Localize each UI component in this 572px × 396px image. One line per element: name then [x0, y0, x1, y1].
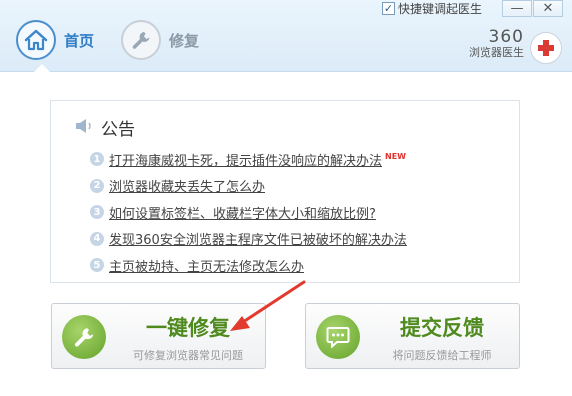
notice-item[interactable]: 5 主页被劫持、主页无法修改怎么办: [90, 252, 407, 279]
nav-repair-label: 修复: [169, 31, 200, 50]
home-icon: [16, 20, 56, 60]
notice-list: 1 打开海康威视卡死，提示插件没响应的解决办法 NEW 2 浏览器收藏夹丢失了怎…: [90, 146, 407, 279]
feedback-subtitle: 将问题反馈给工程师: [392, 349, 492, 362]
nav-home[interactable]: 首页: [16, 20, 94, 60]
header: ✓ 快捷键调起医生 — ✕ 首页 修复 360 浏览器医生: [0, 0, 572, 72]
notice-link[interactable]: 打开海康威视卡死，提示插件没响应的解决办法: [109, 150, 382, 169]
close-button[interactable]: ✕: [533, 0, 563, 17]
notice-item[interactable]: 1 打开海康威视卡死，提示插件没响应的解决办法 NEW: [90, 146, 407, 173]
new-badge: NEW: [385, 151, 406, 161]
notice-link[interactable]: 发现360安全浏览器主程序文件已被破坏的解决办法: [109, 229, 407, 248]
repair-title: 一键修复: [146, 316, 230, 340]
notice-number: 1: [90, 152, 104, 167]
chat-bubble-icon: [316, 315, 360, 359]
notice-link[interactable]: 如何设置标签栏、收藏栏字体大小和缩放比例?: [109, 203, 376, 222]
nav-home-label: 首页: [64, 31, 95, 50]
notice-number: 4: [90, 231, 104, 246]
medical-cross-icon: [530, 32, 562, 64]
wrench-icon: [121, 20, 161, 60]
wrench-icon: [62, 315, 106, 359]
notice-number: 5: [90, 258, 104, 273]
brand-name: 浏览器医生: [469, 46, 524, 59]
shortcut-option[interactable]: ✓ 快捷键调起医生: [382, 0, 482, 16]
brand: 360 浏览器医生: [469, 28, 524, 60]
notice-panel: 公告 1 打开海康威视卡死，提示插件没响应的解决办法 NEW 2 浏览器收藏夹丢…: [50, 100, 520, 283]
notice-item[interactable]: 3 如何设置标签栏、收藏栏字体大小和缩放比例?: [90, 199, 407, 226]
nav-repair[interactable]: 修复: [121, 20, 199, 60]
one-click-repair-button[interactable]: 一键修复 可修复浏览器常见问题: [51, 303, 266, 369]
speaker-icon: [75, 118, 95, 138]
repair-subtitle: 可修复浏览器常见问题: [133, 349, 243, 362]
feedback-title: 提交反馈: [400, 316, 484, 340]
notice-item[interactable]: 4 发现360安全浏览器主程序文件已被破坏的解决办法: [90, 226, 407, 253]
shortcut-checkbox[interactable]: ✓: [382, 1, 395, 15]
minimize-button[interactable]: —: [502, 0, 532, 17]
notice-number: 3: [90, 205, 104, 220]
notice-item[interactable]: 2 浏览器收藏夹丢失了怎么办: [90, 173, 407, 200]
notice-number: 2: [90, 178, 104, 193]
submit-feedback-button[interactable]: 提交反馈 将问题反馈给工程师: [305, 303, 520, 369]
notice-header: 公告: [75, 115, 135, 140]
notice-title: 公告: [101, 120, 135, 140]
notice-link[interactable]: 浏览器收藏夹丢失了怎么办: [109, 176, 265, 195]
brand-number: 360: [488, 27, 524, 47]
nav-active-pointer: [34, 64, 50, 72]
shortcut-label: 快捷键调起医生: [398, 1, 483, 16]
notice-link[interactable]: 主页被劫持、主页无法修改怎么办: [109, 256, 304, 275]
